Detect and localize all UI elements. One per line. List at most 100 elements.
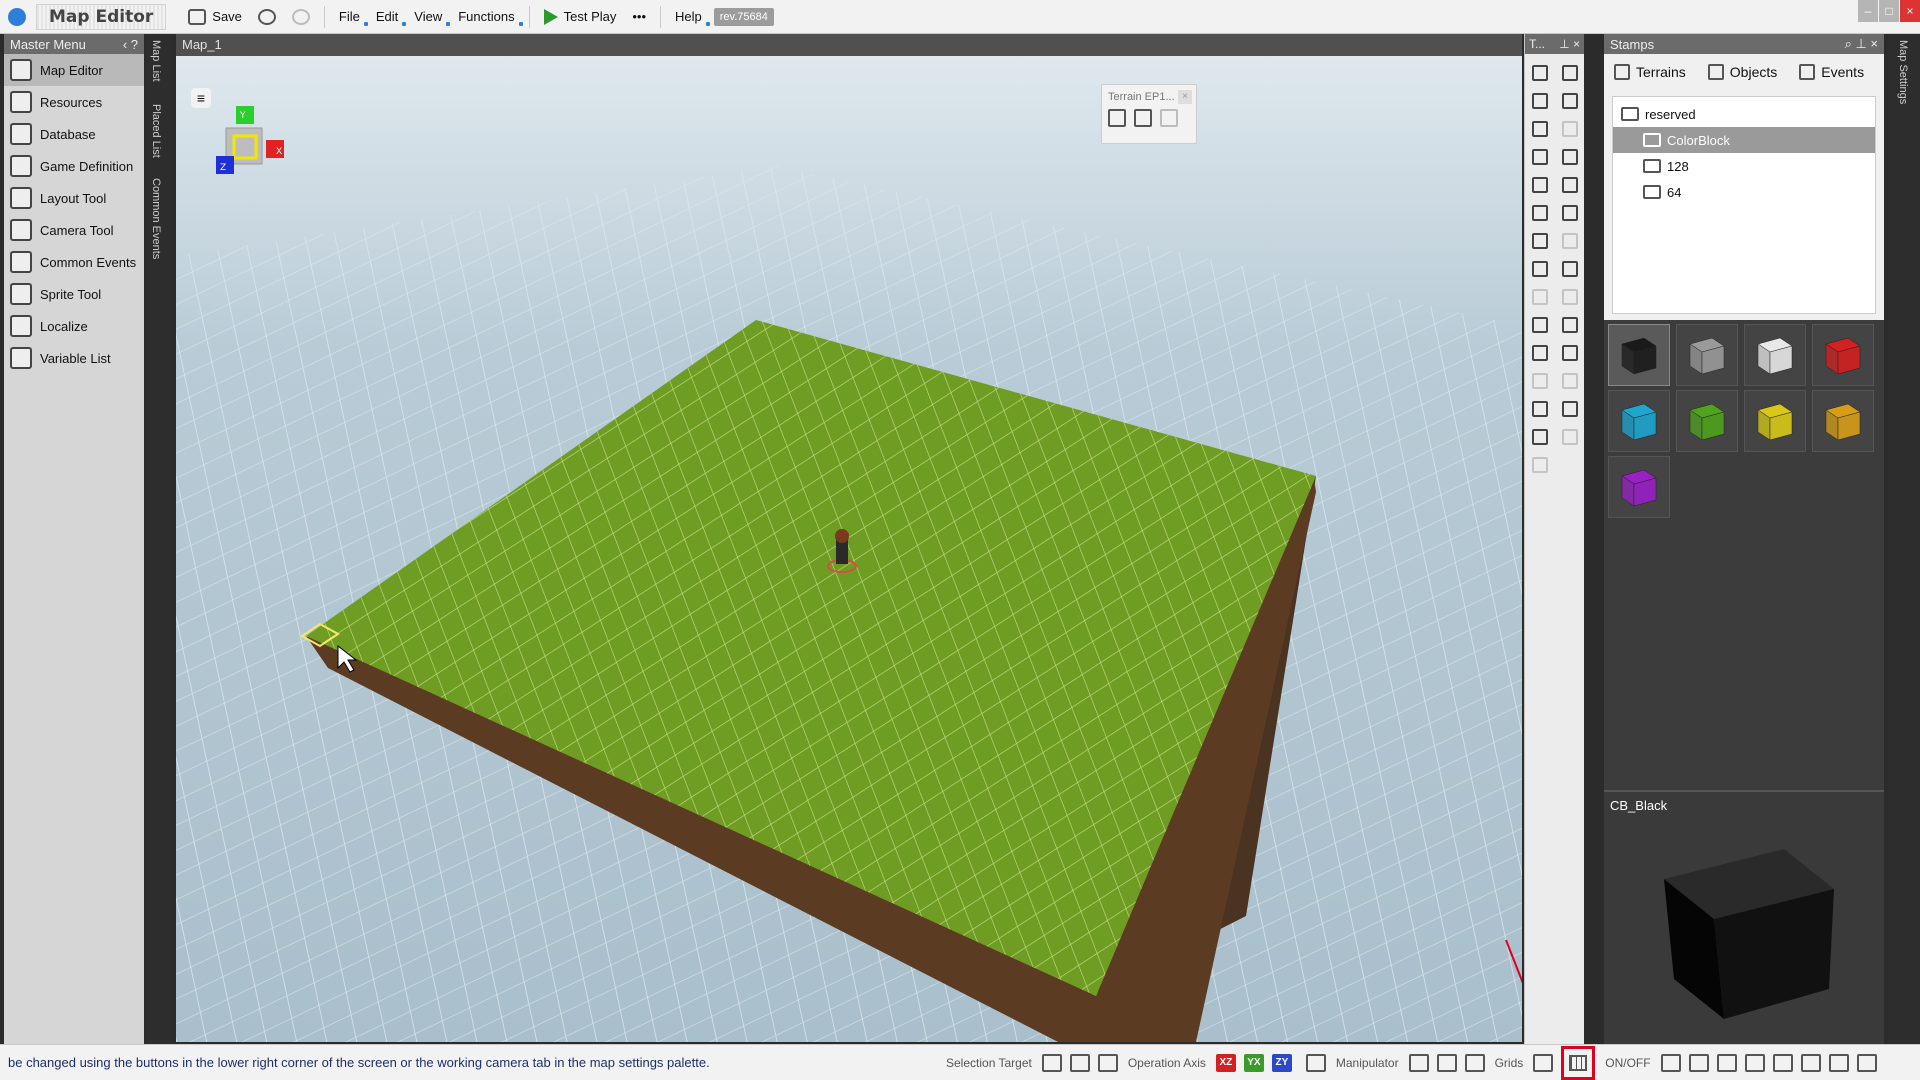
flip-v-tool-icon[interactable] — [1557, 284, 1583, 310]
cube-tool-icon[interactable] — [1527, 116, 1553, 142]
lasso-select-icon[interactable] — [1527, 88, 1553, 114]
menu-help[interactable]: Help — [667, 5, 710, 28]
master-menu-item-localize[interactable]: Localize — [4, 310, 144, 342]
tab-terrains[interactable]: Terrains — [1614, 64, 1686, 80]
rotate-manipulator-icon[interactable] — [1436, 1053, 1457, 1072]
eraser-tool-icon[interactable] — [1527, 172, 1553, 198]
raise-tool-icon[interactable] — [1527, 256, 1553, 282]
color-block-swatch[interactable] — [1676, 324, 1738, 386]
tree-item[interactable]: reserved — [1613, 101, 1875, 127]
map-3d-viewport[interactable]: Y X Z ≡ Terrain EP1... × — [176, 56, 1522, 1042]
master-menu-item-database[interactable]: Database — [4, 118, 144, 150]
save-button[interactable]: Save — [180, 5, 250, 29]
layer-menu-button[interactable]: ≡ — [191, 88, 211, 108]
stack-tool-icon[interactable] — [1557, 312, 1583, 338]
close-icon[interactable]: × — [1900, 0, 1920, 22]
smooth-tool-icon[interactable] — [1557, 200, 1583, 226]
master-menu-item-map-editor[interactable]: Map Editor — [4, 54, 144, 86]
clipboard-tool-icon[interactable] — [1557, 424, 1583, 450]
menu-view[interactable]: View — [406, 5, 451, 28]
color-block-swatch[interactable] — [1608, 456, 1670, 518]
view-light-icon[interactable] — [1716, 1053, 1737, 1072]
test-play-options-button[interactable]: ••• — [624, 5, 654, 28]
view-tool-icon[interactable] — [1527, 396, 1553, 422]
grid-toggle-button[interactable] — [1561, 1045, 1596, 1080]
color-block-swatch[interactable] — [1744, 324, 1806, 386]
house-tool-icon[interactable] — [1527, 228, 1553, 254]
color-block-swatch[interactable] — [1812, 390, 1874, 452]
eyedropper-tool-icon[interactable] — [1557, 172, 1583, 198]
master-menu-item-layout-tool[interactable]: Layout Tool — [4, 182, 144, 214]
view-camera-icon[interactable] — [1856, 1053, 1877, 1072]
redo-button[interactable] — [250, 5, 284, 29]
view-grid-icon[interactable] — [1660, 1053, 1681, 1072]
select-event-icon[interactable] — [1097, 1053, 1118, 1072]
terrain-export-icon[interactable] — [1134, 109, 1152, 127]
tree-item[interactable]: 128 — [1613, 153, 1875, 179]
pin-close-icon[interactable]: ⊥ × — [1559, 37, 1580, 51]
view-collision-icon[interactable] — [1828, 1053, 1849, 1072]
move-manipulator-icon[interactable] — [1408, 1053, 1429, 1072]
view-globe-icon[interactable] — [1772, 1053, 1793, 1072]
tree-item[interactable]: ColorBlock — [1613, 127, 1875, 153]
search-icon[interactable]: ⌕ ⊥ × — [1845, 36, 1878, 52]
flip-h-tool-icon[interactable] — [1527, 284, 1553, 310]
view-effect-icon[interactable] — [1744, 1053, 1765, 1072]
master-menu-item-common-events[interactable]: Common Events — [4, 246, 144, 278]
select-object-icon[interactable] — [1069, 1053, 1090, 1072]
rect-select-icon[interactable] — [1527, 60, 1553, 86]
axis-xz-button[interactable]: XZ — [1215, 1053, 1236, 1072]
view-sky-icon[interactable] — [1800, 1053, 1821, 1072]
pointer-select-icon[interactable] — [1557, 60, 1583, 86]
scale-manipulator-icon[interactable] — [1464, 1053, 1485, 1072]
menu-edit[interactable]: Edit — [368, 5, 407, 28]
side-tab-map-list[interactable]: Map List — [150, 40, 162, 82]
duplicate-tool-icon[interactable] — [1527, 424, 1553, 450]
select-tile-icon[interactable] — [1041, 1053, 1062, 1072]
close-icon[interactable]: × — [1178, 90, 1192, 104]
slope-tool-icon[interactable] — [1527, 312, 1553, 338]
paste-tool-icon[interactable] — [1557, 368, 1583, 394]
color-block-swatch[interactable] — [1744, 390, 1806, 452]
color-block-swatch[interactable] — [1608, 324, 1670, 386]
collapse-icon[interactable]: ‹ ? — [123, 37, 138, 52]
maximize-icon[interactable]: □ — [1879, 0, 1899, 22]
tab-objects[interactable]: Objects — [1707, 64, 1777, 80]
side-tab-map-settings[interactable]: Map Settings — [1897, 40, 1909, 104]
master-menu-item-game-definition[interactable]: Game Definition — [4, 150, 144, 182]
menu-file[interactable]: File — [331, 5, 368, 28]
trash-tool-icon[interactable] — [1527, 452, 1553, 478]
menu-functions[interactable]: Functions — [450, 5, 523, 28]
map-tab[interactable]: Map_1 — [176, 34, 1522, 56]
axis-zy-button[interactable]: ZY — [1271, 1053, 1292, 1072]
master-menu-item-variable-list[interactable]: Variable List — [4, 342, 144, 374]
tree-item[interactable]: 64 — [1613, 179, 1875, 205]
color-block-swatch[interactable] — [1676, 390, 1738, 452]
stamp-tool-icon[interactable] — [1557, 256, 1583, 282]
side-tab-placed-list[interactable]: Placed List — [150, 104, 162, 158]
color-block-swatch[interactable] — [1812, 324, 1874, 386]
color-block-swatch[interactable] — [1608, 390, 1670, 452]
blank-tool-2-icon[interactable] — [1557, 228, 1583, 254]
triangle-tool-icon[interactable] — [1527, 340, 1553, 366]
view-layer-icon[interactable] — [1688, 1053, 1709, 1072]
side-tab-common-events[interactable]: Common Events — [150, 178, 162, 259]
master-menu-item-sprite-tool[interactable]: Sprite Tool — [4, 278, 144, 310]
tile-select-icon[interactable] — [1557, 88, 1583, 114]
pencil-tool-icon[interactable] — [1527, 144, 1553, 170]
minimize-icon[interactable]: – — [1858, 0, 1878, 22]
master-menu-item-resources[interactable]: Resources — [4, 86, 144, 118]
undo-button[interactable] — [284, 5, 318, 29]
terrain-add-icon[interactable] — [1108, 109, 1126, 127]
brush-tool-icon[interactable] — [1527, 200, 1553, 226]
grid-height-icon[interactable] — [1533, 1053, 1554, 1072]
tab-events[interactable]: Events — [1799, 64, 1864, 80]
circle-s-tool-icon[interactable] — [1557, 396, 1583, 422]
box-tool-icon[interactable] — [1557, 340, 1583, 366]
terrain-delete-icon[interactable] — [1160, 109, 1178, 127]
paint-bucket-icon[interactable] — [1557, 144, 1583, 170]
copy-tool-icon[interactable] — [1527, 368, 1553, 394]
test-play-button[interactable]: Test Play — [536, 5, 625, 29]
master-menu-item-camera-tool[interactable]: Camera Tool — [4, 214, 144, 246]
blank-tool-icon[interactable] — [1557, 116, 1583, 142]
